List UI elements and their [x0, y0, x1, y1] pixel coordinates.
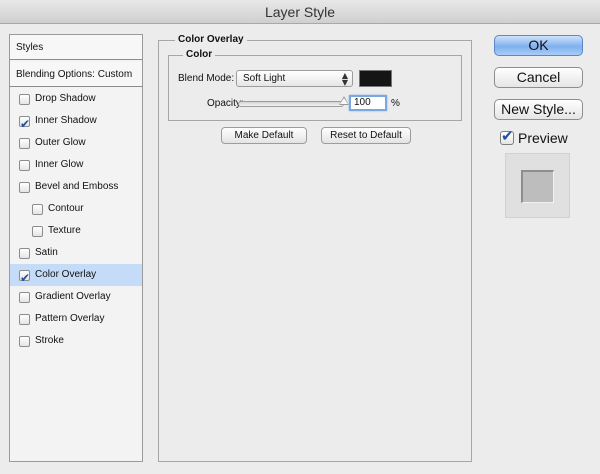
select-arrows-icon: ▲ ▼ [341, 71, 348, 87]
style-item-inner-glow[interactable]: Inner Glow [10, 154, 142, 176]
style-checkbox[interactable] [19, 159, 30, 171]
styles-panel: Styles Blending Options: Custom Drop Sha… [9, 34, 143, 462]
style-item-label: Pattern Overlay [35, 313, 105, 324]
style-item-contour[interactable]: Contour [10, 198, 142, 220]
style-checkbox[interactable] [19, 93, 30, 105]
style-checkbox[interactable] [19, 291, 30, 303]
style-item-label: Satin [35, 247, 58, 258]
style-list: Drop Shadow Inner Shadow Outer Glow Inner G… [10, 87, 142, 352]
window-title: Layer Style [0, 0, 600, 24]
ok-button[interactable]: OK [494, 35, 583, 56]
style-checkbox[interactable] [32, 225, 43, 237]
style-item-satin[interactable]: Satin [10, 242, 142, 264]
styles-header[interactable]: Styles [10, 35, 142, 60]
new-style-button[interactable]: New Style... [494, 99, 583, 120]
style-item-color-overlay[interactable]: Color Overlay [10, 264, 142, 289]
reset-to-default-button[interactable]: Reset to Default [321, 127, 411, 144]
style-item-label: Outer Glow [35, 137, 86, 148]
color-group: Color Blend Mode: Soft Light ▲ ▼ Opacity:… [168, 49, 462, 121]
section-title: Color Overlay [175, 34, 247, 45]
style-item-label: Texture [48, 225, 81, 236]
style-item-drop-shadow[interactable]: Drop Shadow [10, 88, 142, 110]
style-checkbox[interactable] [19, 335, 30, 347]
blending-options-item[interactable]: Blending Options: Custom [10, 62, 142, 87]
style-item-outer-glow[interactable]: Outer Glow [10, 132, 142, 154]
style-item-gradient-overlay[interactable]: Gradient Overlay [10, 286, 142, 308]
blend-mode-select[interactable]: Soft Light ▲ ▼ [236, 70, 353, 87]
style-item-stroke[interactable]: Stroke [10, 330, 142, 352]
color-group-title: Color [183, 49, 216, 60]
style-item-pattern-overlay[interactable]: Pattern Overlay [10, 308, 142, 330]
style-item-texture[interactable]: Texture [10, 220, 142, 242]
style-checkbox[interactable] [19, 113, 30, 135]
opacity-slider-thumb[interactable] [339, 96, 349, 105]
style-checkbox[interactable] [19, 313, 30, 325]
style-item-inner-shadow[interactable]: Inner Shadow [10, 110, 142, 135]
style-checkbox[interactable] [32, 203, 43, 215]
style-item-label: Bevel and Emboss [35, 181, 119, 192]
opacity-slider-track[interactable] [238, 101, 344, 107]
preview-label: Preview [518, 130, 568, 146]
style-checkbox[interactable] [19, 181, 30, 193]
style-item-label: Stroke [35, 335, 64, 346]
color-overlay-panel: Color Overlay Color Blend Mode: Soft Lig… [158, 34, 472, 462]
style-checkbox[interactable] [19, 137, 30, 149]
blend-mode-value: Soft Light [243, 73, 286, 84]
cancel-button[interactable]: Cancel [494, 67, 583, 88]
style-checkbox[interactable] [19, 247, 30, 259]
style-item-label: Gradient Overlay [35, 291, 111, 302]
blend-mode-label: Blend Mode: [178, 73, 235, 84]
preview-checkbox-row[interactable]: Preview [500, 127, 568, 147]
make-default-button[interactable]: Make Default [221, 127, 307, 144]
style-item-label: Color Overlay [35, 269, 97, 280]
style-item-label: Inner Shadow [35, 115, 97, 126]
opacity-input[interactable]: 100 [349, 95, 387, 111]
preview-checkbox[interactable] [500, 127, 514, 145]
style-item-label: Inner Glow [35, 159, 84, 170]
style-item-label: Drop Shadow [35, 93, 96, 104]
style-item-label: Contour [48, 203, 84, 214]
overlay-color-swatch[interactable] [359, 70, 392, 87]
preview-swatch [521, 170, 554, 203]
style-checkbox[interactable] [19, 267, 30, 289]
preview-thumbnail [505, 153, 570, 218]
opacity-unit: % [391, 98, 400, 109]
style-item-bevel-and-emboss[interactable]: Bevel and Emboss [10, 176, 142, 198]
